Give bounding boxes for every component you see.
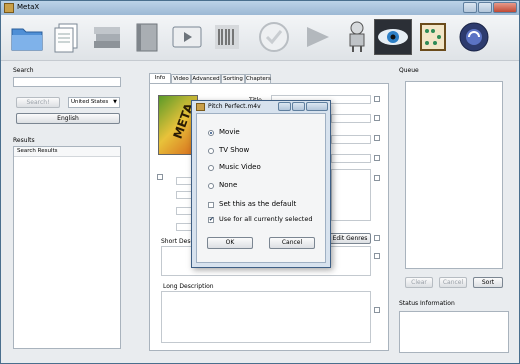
dialog-body: Movie TV Show Music Video None Set this … [196,113,326,263]
robot-icon[interactable] [339,19,375,55]
main-window: MetaX Search Search! United States ▼ Eng… [0,0,520,364]
queue-sort-button[interactable]: Sort [473,277,503,288]
window-title: MetaX [17,3,40,11]
short-description-checkbox[interactable] [374,253,380,259]
checkbox-row-2[interactable] [374,115,380,121]
barcode-icon[interactable] [209,19,245,55]
play-arrow-icon[interactable] [299,19,335,55]
results-header: Search Results [14,147,120,157]
results-label: Results [13,137,35,144]
document-icon[interactable] [49,19,85,55]
queue-list[interactable] [405,81,503,269]
dialog-app-icon [196,103,205,111]
field-row-4[interactable] [331,154,371,163]
option-tv-show-label: TV Show [219,146,250,154]
app-icon [4,3,14,13]
toolbar [1,15,519,61]
tab-info[interactable]: Info [149,73,171,83]
eye-icon[interactable] [374,19,412,55]
chevron-down-icon: ▼ [113,99,117,105]
tab-video[interactable]: Video [171,74,191,83]
stack-icon[interactable] [89,19,125,55]
radio-movie[interactable] [208,130,214,136]
radio-tv-show[interactable] [208,148,214,154]
queue-clear-button[interactable]: Clear [405,277,433,288]
option-none-label: None [219,181,238,189]
globe-icon[interactable] [456,19,492,55]
media-player-icon[interactable] [169,19,205,55]
set-default-label: Set this as the default [219,200,297,208]
use-all-label: Use for all currently selected [219,215,313,223]
country-select[interactable]: United States ▼ [68,97,120,108]
dialog-cancel-button[interactable]: Cancel [269,237,315,249]
close-button[interactable] [493,2,517,13]
radio-none[interactable] [208,183,214,189]
checkbox-row-3[interactable] [374,135,380,141]
field-row-3[interactable] [331,135,371,144]
title-checkbox[interactable] [374,96,380,102]
dialog-minimize-button[interactable] [278,102,291,111]
status-box [399,311,509,353]
checkmark-icon[interactable] [256,19,292,55]
use-all-checkbox[interactable] [208,216,214,223]
search-label: Search [13,67,34,74]
set-default-checkbox[interactable] [208,202,214,208]
language-button[interactable]: English [16,113,120,124]
queue-cancel-button[interactable]: Cancel [439,277,467,288]
checkbox-row-4[interactable] [374,155,380,161]
genres-list[interactable] [331,169,371,221]
long-description-field[interactable] [161,291,371,343]
abacus-icon[interactable] [415,19,451,55]
option-movie-label: Movie [219,128,240,136]
tab-chapters[interactable]: Chapters [245,74,271,83]
edit-genres-checkbox[interactable] [374,235,380,241]
dialog-title: Pitch Perfect.m4v [208,103,261,110]
tab-sorting[interactable]: Sorting [221,74,245,83]
radio-music-video[interactable] [208,165,214,171]
media-type-dialog: Pitch Perfect.m4v Movie TV Show Music Vi… [191,100,331,268]
artwork-checkbox[interactable] [157,174,163,180]
folder-icon[interactable] [9,19,45,55]
dialog-maximize-button[interactable] [292,102,305,111]
status-label: Status Information [399,300,455,307]
book-icon[interactable] [129,19,165,55]
long-description-label: Long Description [163,283,214,290]
title-bar: MetaX [1,1,519,15]
tab-advanced[interactable]: Advanced [191,74,221,83]
search-input[interactable] [13,77,121,87]
dialog-ok-button[interactable]: OK [207,237,253,249]
minimize-button[interactable] [463,2,477,13]
genres-checkbox[interactable] [374,175,380,181]
maximize-button[interactable] [478,2,492,13]
country-select-value: United States [71,99,109,105]
option-music-video-label: Music Video [219,163,261,171]
queue-label: Queue [399,67,419,74]
long-description-checkbox[interactable] [374,307,380,313]
field-row-2[interactable] [331,114,371,123]
dialog-close-button[interactable] [306,102,328,111]
edit-genres-button[interactable]: Edit Genres [329,233,371,244]
results-list[interactable]: Search Results [13,146,121,349]
search-button[interactable]: Search! [16,97,60,108]
